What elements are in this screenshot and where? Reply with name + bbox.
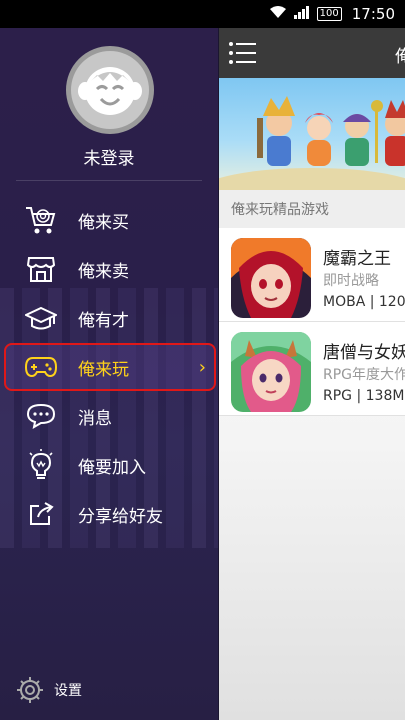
game-thumbnail — [231, 238, 311, 318]
game-name: 魔霸之王 — [323, 249, 391, 269]
menu-item-label: 消息 — [78, 408, 112, 429]
navigation-drawer: 未登录 俺来买 俺来卖 俺有才 俺来玩 › 消息 俺要加入 分享给好友 设置 — [0, 28, 218, 720]
wifi-icon — [269, 5, 287, 23]
monkey-face-icon — [78, 67, 142, 115]
menu-item-join[interactable]: 俺要加入 — [0, 441, 218, 489]
game-characters-illustration — [219, 96, 405, 190]
game-name: 唐僧与女妖 — [323, 343, 405, 363]
login-status[interactable]: 未登录 — [0, 144, 218, 169]
game-meta: RPG | 138M — [323, 388, 405, 404]
gear-icon — [16, 676, 44, 704]
menu-item-buy[interactable]: 俺来买 — [0, 196, 218, 244]
menu-item-label: 俺来玩 — [78, 359, 129, 380]
divider — [16, 180, 202, 181]
game-genre: 即时战略 — [323, 273, 379, 289]
shopping-cart-icon — [24, 203, 58, 237]
graduation-cap-icon — [24, 301, 58, 335]
menu-item-messages[interactable]: 消息 — [0, 392, 218, 440]
game-meta: MOBA | 120 — [323, 294, 405, 310]
avatar[interactable] — [66, 46, 154, 134]
status-bar: 100 17:50 — [0, 0, 405, 28]
banner-image[interactable] — [219, 78, 405, 190]
menu-item-sell[interactable]: 俺来卖 — [0, 245, 218, 293]
game-list-item[interactable]: 唐僧与女妖 RPG年度大作 RPG | 138M — [219, 322, 405, 416]
menu-item-label: 俺来买 — [78, 212, 129, 233]
hamburger-menu-icon[interactable] — [229, 41, 257, 65]
game-genre: RPG年度大作 — [323, 367, 405, 383]
page-title: 俺 — [395, 47, 405, 67]
main-panel: 俺 俺来玩精品游戏 魔霸之王 即时战略 MOBA | 120 唐僧与女妖 RPG… — [219, 28, 405, 720]
settings-label: 设置 — [54, 683, 82, 699]
signal-icon — [293, 5, 311, 23]
game-thumbnail — [231, 332, 311, 412]
settings-button[interactable]: 设置 — [16, 676, 82, 704]
drawer-menu: 俺来买 俺来卖 俺有才 俺来玩 › 消息 俺要加入 分享给好友 — [0, 196, 218, 539]
chat-bubble-icon — [24, 399, 58, 433]
shop-icon — [24, 252, 58, 286]
share-icon — [24, 497, 58, 531]
battery-indicator: 100 — [316, 7, 342, 21]
lightbulb-icon — [24, 448, 58, 482]
menu-item-label: 俺有才 — [78, 310, 129, 331]
menu-item-label: 俺来卖 — [78, 261, 129, 282]
game-list-item[interactable]: 魔霸之王 即时战略 MOBA | 120 — [219, 228, 405, 322]
menu-item-play[interactable]: 俺来玩 › — [4, 343, 216, 391]
clock: 17:50 — [351, 5, 395, 23]
menu-item-talent[interactable]: 俺有才 — [0, 294, 218, 342]
top-bar: 俺 — [219, 28, 405, 78]
menu-item-label: 分享给好友 — [78, 506, 163, 527]
menu-item-label: 俺要加入 — [78, 457, 146, 478]
gamepad-icon — [24, 350, 58, 384]
menu-item-share[interactable]: 分享给好友 — [0, 490, 218, 538]
chevron-right-icon: › — [198, 356, 206, 378]
section-title: 俺来玩精品游戏 — [219, 190, 405, 228]
